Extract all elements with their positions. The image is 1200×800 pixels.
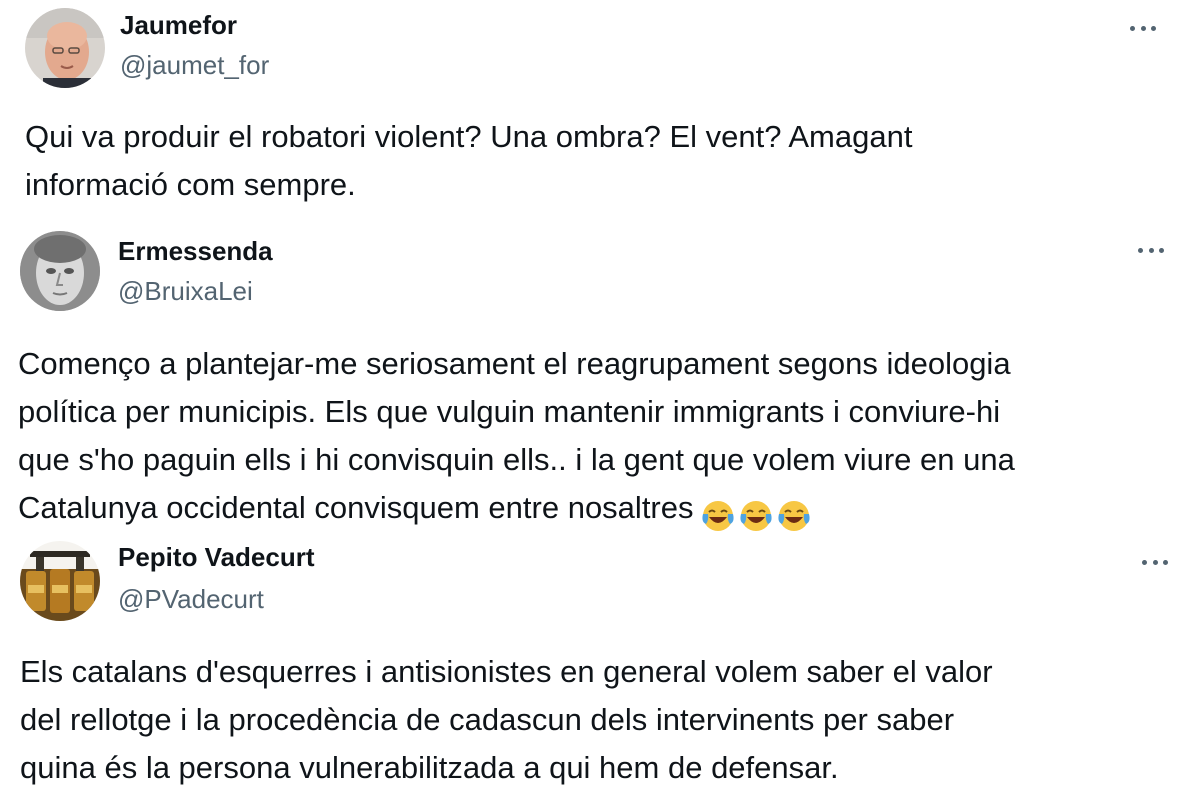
tweet-text-line: política per municipis. Els que vulguin …: [18, 394, 1001, 429]
display-name[interactable]: Ermessenda: [118, 236, 273, 266]
user-avatar[interactable]: [25, 8, 105, 88]
user-avatar[interactable]: [20, 541, 100, 621]
tears-of-joy-emoji-icon: [776, 498, 812, 534]
display-name[interactable]: Pepito Vadecurt: [118, 542, 315, 572]
tweet-card[interactable]: Pepito Vadecurt @PVadecurt Els catalans …: [0, 538, 1200, 800]
tweet-text-line: quina és la persona vulnerabilitzada a q…: [20, 750, 839, 785]
tweet-text-line: del rellotge i la procedència de cadascu…: [20, 702, 955, 737]
user-handle[interactable]: @jaumet_for: [120, 50, 269, 80]
tweet-text-line: Catalunya occidental convisquem entre no…: [18, 484, 1015, 538]
tears-of-joy-emoji-icon: [738, 498, 774, 534]
tweet-text-segment: Catalunya occidental convisquem entre no…: [18, 490, 694, 525]
user-handle[interactable]: @PVadecurt: [118, 584, 264, 614]
user-handle[interactable]: @BruixaLei: [118, 276, 253, 306]
more-options-icon[interactable]: [1138, 240, 1164, 260]
tweet-text: Qui va produir el robatori violent? Una …: [25, 113, 912, 209]
more-options-icon[interactable]: [1130, 18, 1156, 38]
tweet-text-line: que s'ho paguin ells i hi convisquin ell…: [18, 442, 1015, 477]
tweet-text-line: Qui va produir el robatori violent? Una …: [25, 119, 913, 154]
avatar-statue-face-icon: [20, 231, 100, 311]
tweet-text: Començo a plantejar-me seriosament el re…: [18, 340, 1015, 538]
tweet-card[interactable]: Jaumefor @jaumet_for Qui va produir el r…: [0, 0, 1200, 215]
tweet-text-line: Començo a plantejar-me seriosament el re…: [18, 346, 1011, 381]
tweet-feed: Jaumefor @jaumet_for Qui va produir el r…: [0, 0, 1200, 800]
tweet-card[interactable]: Ermessenda @BruixaLei Començo a planteja…: [0, 228, 1200, 538]
tweet-text: Els catalans d'esquerres i antisionistes…: [20, 648, 993, 792]
more-options-icon[interactable]: [1142, 552, 1168, 572]
display-name[interactable]: Jaumefor: [120, 10, 237, 40]
tears-of-joy-emoji-icon: [700, 498, 736, 534]
avatar-bald-man-icon: [25, 8, 105, 88]
tweet-text-line: informació com sempre.: [25, 167, 356, 202]
tweet-text-line: Els catalans d'esquerres i antisionistes…: [20, 654, 993, 689]
avatar-jars-icon: [20, 541, 100, 621]
user-avatar[interactable]: [20, 231, 100, 311]
emoji-group: [700, 490, 814, 538]
